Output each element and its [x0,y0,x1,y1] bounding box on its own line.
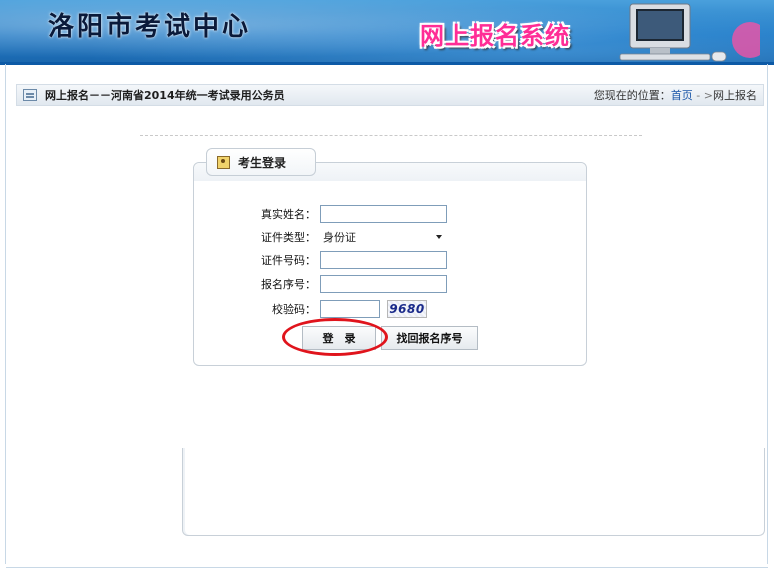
captcha-input[interactable] [320,300,380,318]
captcha-row: 校验码： 9680 [256,300,427,318]
id-type-label: 证件类型： [261,231,316,244]
id-number-row: 证件号码： [256,251,447,269]
frame-right-border [767,64,768,564]
name-input[interactable] [320,205,447,223]
list-icon [23,89,37,101]
location-label: 您现在的位置： [593,89,671,102]
id-number-label: 证件号码： [261,254,316,267]
breadcrumb-separator: - > [692,89,713,102]
login-tab: 考生登录 [206,148,316,176]
page-bottom-border [6,567,768,568]
user-card-icon [217,155,230,169]
system-name: 网上报名系统 [420,22,570,50]
dashed-divider [140,135,642,136]
header-banner: 洛阳市考试中心 网上报名系统 [0,0,774,64]
reg-number-input[interactable] [320,275,447,293]
id-type-selected: 身份证 [323,231,356,244]
computer-icon [619,3,760,62]
breadcrumb: 您现在的位置：首页 - >网上报名 [594,87,757,103]
page-title: 网上报名－－河南省2014年统一考试录用公务员 [45,89,285,102]
highlight-circle [282,318,388,356]
id-type-select[interactable]: 身份证 [320,229,447,245]
id-type-row: 证件类型： 身份证 [256,229,447,245]
breadcrumb-home-link[interactable]: 首页 [671,89,693,102]
site-title: 洛阳市考试中心 [48,12,252,42]
breadcrumb-bar: 网上报名－－河南省2014年统一考试录用公务员 您现在的位置：首页 - >网上报… [16,84,764,106]
chevron-down-icon [436,235,442,239]
id-number-input[interactable] [320,251,447,269]
breadcrumb-current: 网上报名 [713,89,757,102]
captcha-label: 校验码： [272,303,316,316]
name-row: 真实姓名： [256,205,447,223]
name-label: 真实姓名： [261,208,316,221]
login-tab-label: 考生登录 [238,155,287,170]
banner-divider [0,62,774,65]
captcha-image[interactable]: 9680 [387,300,427,318]
recover-reg-number-button[interactable]: 找回报名序号 [381,326,478,350]
frame-left-border [5,64,6,564]
content-panel [182,448,765,536]
reg-number-row: 报名序号： [256,275,447,293]
reg-number-label: 报名序号： [261,278,316,291]
